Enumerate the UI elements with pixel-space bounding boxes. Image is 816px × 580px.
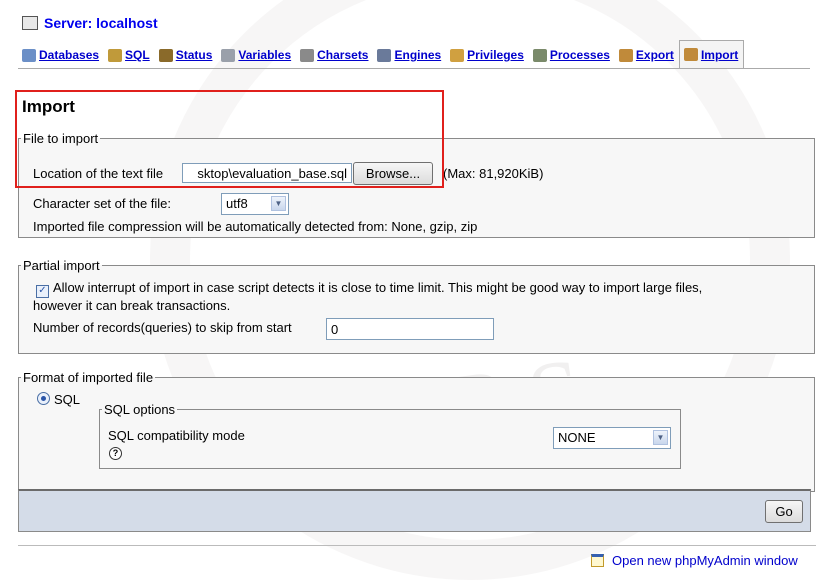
skip-records-label: Number of records(queries) to skip from … (33, 320, 292, 335)
compat-mode-label: SQL compatibility mode (108, 428, 245, 443)
top-tabs: Databases SQL Status Variables Charsets … (18, 40, 810, 69)
divider (18, 545, 816, 546)
import-icon (683, 48, 698, 61)
tab-privileges[interactable]: Privileges (446, 43, 529, 67)
server-breadcrumb[interactable]: Server: localhost (22, 15, 158, 31)
charset-select[interactable]: utf8 ▼ (221, 193, 289, 215)
tab-databases[interactable]: Databases (18, 43, 104, 67)
export-icon (618, 48, 633, 62)
partial-import-legend: Partial import (23, 258, 100, 273)
sql-options-legend: SQL options (104, 402, 176, 417)
tab-charsets[interactable]: Charsets (296, 43, 373, 67)
open-new-window-link[interactable]: Open new phpMyAdmin window (591, 553, 798, 568)
engines-icon (377, 48, 392, 62)
chevron-down-icon: ▼ (653, 430, 668, 445)
help-icon[interactable]: ? (109, 447, 122, 460)
variables-icon (221, 48, 236, 62)
file-to-import-legend: File to import (23, 131, 99, 146)
tab-status[interactable]: Status (155, 43, 218, 67)
databases-icon (22, 48, 36, 62)
charset-label: Character set of the file: (33, 196, 172, 211)
allow-interrupt-row: ✓ Allow interrupt of import in case scrip… (36, 280, 702, 298)
sql-icon (108, 48, 123, 62)
sql-format-radio[interactable] (37, 392, 50, 405)
browse-button[interactable]: Browse... (353, 162, 433, 185)
max-size-text: (Max: 81,920KiB) (443, 166, 544, 181)
tab-engines[interactable]: Engines (373, 43, 446, 67)
page-title: Import (22, 97, 75, 116)
sql-format-label: SQL (54, 392, 81, 407)
chevron-down-icon: ▼ (271, 196, 286, 211)
processes-icon (532, 48, 547, 62)
server-icon (22, 16, 38, 30)
window-icon (591, 554, 604, 567)
tab-sql[interactable]: SQL (104, 43, 155, 67)
go-button[interactable]: Go (765, 500, 803, 523)
sql-format-option[interactable]: SQL (37, 392, 80, 407)
tab-export[interactable]: Export (615, 43, 679, 67)
tab-processes[interactable]: Processes (529, 43, 615, 67)
submit-bar (18, 489, 811, 532)
allow-interrupt-checkbox[interactable]: ✓ (36, 285, 49, 298)
charsets-icon (300, 48, 315, 62)
format-legend: Format of imported file (23, 370, 154, 385)
server-label: Server: localhost (44, 15, 158, 31)
compression-text: Imported file compression will be automa… (33, 219, 478, 234)
tab-variables[interactable]: Variables (217, 43, 296, 67)
skip-records-input[interactable]: 0 (326, 318, 494, 340)
status-icon (158, 48, 173, 62)
allow-interrupt-label-cont: however it can break transactions. (33, 298, 231, 313)
privileges-icon (450, 48, 465, 62)
allow-interrupt-label: Allow interrupt of import in case script… (53, 280, 703, 295)
compat-mode-select[interactable]: NONE ▼ (553, 427, 671, 449)
file-path-input[interactable]: sktop\evaluation_base.sql (182, 163, 352, 183)
location-label: Location of the text file (33, 166, 164, 181)
tab-import[interactable]: Import (678, 40, 745, 68)
